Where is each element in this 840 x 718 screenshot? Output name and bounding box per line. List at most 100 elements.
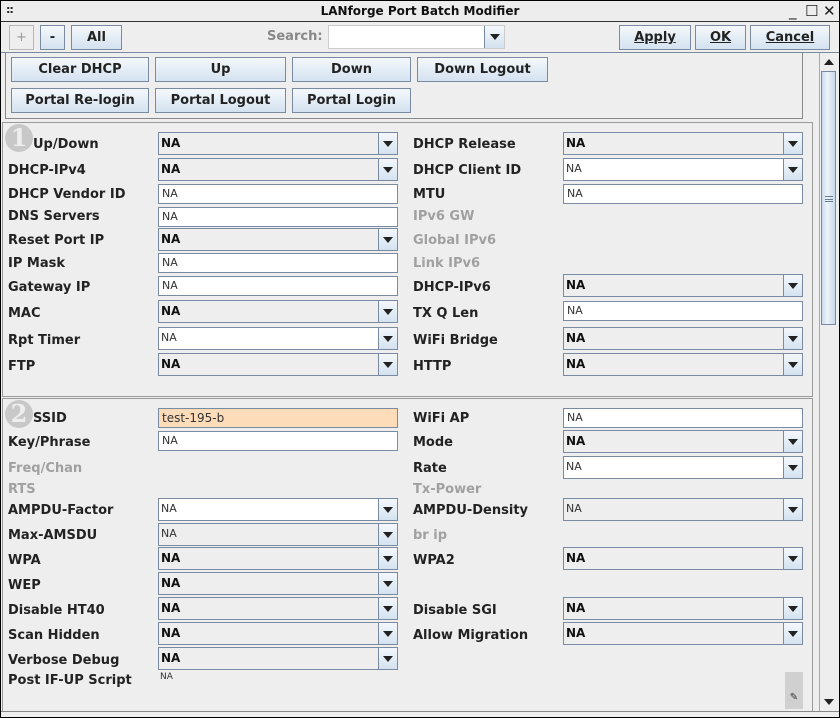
chevron-down-icon[interactable] bbox=[378, 524, 397, 545]
down-button[interactable]: Down bbox=[292, 57, 411, 82]
mtu-input[interactable]: NA bbox=[563, 184, 803, 204]
ftp-select[interactable]: NA bbox=[158, 353, 398, 376]
allow-migration-select[interactable]: NA bbox=[563, 622, 803, 645]
scroll-up-button[interactable] bbox=[820, 53, 837, 70]
chevron-down-icon[interactable] bbox=[378, 598, 397, 619]
max-amsdu-select[interactable]: NA bbox=[158, 523, 398, 546]
tx-q-len-input[interactable]: NA bbox=[563, 301, 803, 321]
chevron-down-icon[interactable] bbox=[783, 457, 802, 478]
ok-button[interactable]: OK bbox=[695, 25, 746, 50]
apply-button[interactable]: Apply bbox=[619, 25, 691, 50]
ampdu-factor-select[interactable]: NA bbox=[158, 498, 398, 521]
portal-login-button[interactable]: Portal Login bbox=[292, 88, 411, 113]
title-bar[interactable]: :: LANforge Port Batch Modifier _ ☐ ✕ bbox=[1, 1, 839, 22]
chevron-down-icon[interactable] bbox=[783, 328, 802, 349]
disable-ht40-select[interactable]: NA bbox=[158, 597, 398, 620]
chevron-down-icon[interactable] bbox=[783, 354, 802, 375]
label-ftp: FTP bbox=[8, 359, 36, 374]
ssid-input[interactable]: test-195-b bbox=[158, 408, 398, 428]
max-amsdu-value: NA bbox=[161, 527, 177, 540]
section-1-badge: 1 bbox=[5, 124, 33, 152]
wpa2-select[interactable]: NA bbox=[563, 547, 803, 570]
remove-button[interactable]: - bbox=[40, 25, 65, 50]
chevron-down-icon[interactable] bbox=[378, 648, 397, 669]
chevron-down-icon[interactable] bbox=[378, 159, 397, 180]
label-dhcp-client-id: DHCP Client ID bbox=[413, 163, 522, 178]
chevron-down-icon bbox=[823, 698, 834, 705]
rate-select[interactable]: NA bbox=[563, 456, 803, 479]
reset-port-ip-select[interactable]: NA bbox=[158, 228, 398, 251]
dhcp-ipv4-select[interactable]: NA bbox=[158, 158, 398, 181]
wpa-select[interactable]: NA bbox=[158, 547, 398, 570]
chevron-down-icon[interactable] bbox=[378, 328, 397, 349]
chevron-down-icon[interactable] bbox=[783, 548, 802, 569]
dhcp-client-id-value[interactable]: NA bbox=[566, 162, 582, 175]
verbose-debug-select[interactable]: NA bbox=[158, 647, 398, 670]
search-dropdown-button[interactable] bbox=[484, 26, 504, 48]
scan-hidden-select[interactable]: NA bbox=[158, 622, 398, 645]
chevron-down-icon[interactable] bbox=[783, 431, 802, 452]
disable-sgi-select[interactable]: NA bbox=[563, 597, 803, 620]
chevron-down-icon[interactable] bbox=[378, 623, 397, 644]
mode-select[interactable]: NA bbox=[563, 430, 803, 453]
rpt-timer-select[interactable]: NA bbox=[158, 327, 398, 350]
portal-logout-button[interactable]: Portal Logout bbox=[155, 88, 286, 113]
chevron-down-icon[interactable] bbox=[378, 499, 397, 520]
chevron-down-icon[interactable] bbox=[378, 548, 397, 569]
scroll-down-button[interactable] bbox=[820, 693, 837, 710]
wep-select[interactable]: NA bbox=[158, 572, 398, 595]
dhcp-release-select[interactable]: NA bbox=[563, 132, 803, 155]
chevron-down-icon[interactable] bbox=[378, 229, 397, 250]
cancel-button[interactable]: Cancel bbox=[750, 25, 830, 50]
label-max-amsdu: Max-AMSDU bbox=[8, 528, 98, 543]
cancel-label: Cancel bbox=[765, 30, 815, 45]
mac-value: NA bbox=[161, 304, 181, 318]
wifi-ap-input[interactable]: NA bbox=[563, 408, 803, 428]
label-dhcp-release: DHCP Release bbox=[413, 137, 516, 152]
add-button[interactable]: + bbox=[9, 25, 34, 50]
gateway-ip-input[interactable]: NA bbox=[158, 276, 398, 296]
maximize-icon[interactable]: ☐ bbox=[805, 2, 818, 20]
chevron-down-icon[interactable] bbox=[378, 354, 397, 375]
all-button[interactable]: All bbox=[71, 25, 122, 50]
dhcp-client-id-select[interactable]: NA bbox=[563, 158, 803, 181]
key-phrase-input[interactable]: NA bbox=[158, 431, 398, 451]
up-button[interactable]: Up bbox=[155, 57, 286, 82]
search-combo[interactable] bbox=[328, 25, 505, 49]
up-down-select[interactable]: NA bbox=[158, 132, 398, 155]
up-down-value: NA bbox=[161, 136, 181, 150]
dns-servers-input[interactable]: NA bbox=[158, 207, 398, 227]
minimize-icon[interactable]: _ bbox=[789, 2, 797, 20]
bottom-border bbox=[1, 711, 839, 717]
chevron-down-icon[interactable] bbox=[783, 623, 802, 644]
label-ampdu-density: AMPDU-Density bbox=[413, 503, 529, 518]
chevron-down-icon[interactable] bbox=[378, 301, 397, 322]
dhcp-ipv6-select[interactable]: NA bbox=[563, 274, 803, 297]
label-rpt-timer: Rpt Timer bbox=[8, 333, 81, 348]
http-select[interactable]: NA bbox=[563, 353, 803, 376]
clear-dhcp-button[interactable]: Clear DHCP bbox=[11, 57, 149, 82]
close-icon[interactable]: ✕ bbox=[823, 2, 836, 20]
dhcp-vendor-id-input[interactable]: NA bbox=[158, 184, 398, 204]
vertical-scrollbar[interactable] bbox=[819, 53, 837, 711]
chevron-down-icon[interactable] bbox=[783, 499, 802, 520]
edit-script-button[interactable]: ✎ bbox=[785, 672, 803, 709]
ip-mask-input[interactable]: NA bbox=[158, 253, 398, 273]
mac-select[interactable]: NA bbox=[158, 300, 398, 323]
portal-relogin-button[interactable]: Portal Re-login bbox=[11, 88, 149, 113]
ampdu-density-select[interactable]: NA bbox=[563, 498, 803, 521]
down-logout-button[interactable]: Down Logout bbox=[417, 57, 548, 82]
chevron-down-icon[interactable] bbox=[378, 133, 397, 154]
rate-value[interactable]: NA bbox=[566, 460, 582, 473]
dhcp-release-value: NA bbox=[566, 136, 586, 150]
chevron-down-icon[interactable] bbox=[783, 133, 802, 154]
chevron-down-icon[interactable] bbox=[783, 275, 802, 296]
chevron-down-icon[interactable] bbox=[783, 598, 802, 619]
label-mtu: MTU bbox=[413, 187, 446, 202]
label-allow-migration: Allow Migration bbox=[413, 628, 529, 643]
scroll-thumb[interactable] bbox=[821, 71, 836, 325]
wifi-bridge-select[interactable]: NA bbox=[563, 327, 803, 350]
chevron-down-icon[interactable] bbox=[378, 573, 397, 594]
rpt-timer-value[interactable]: NA bbox=[161, 331, 177, 344]
chevron-down-icon[interactable] bbox=[783, 159, 802, 180]
